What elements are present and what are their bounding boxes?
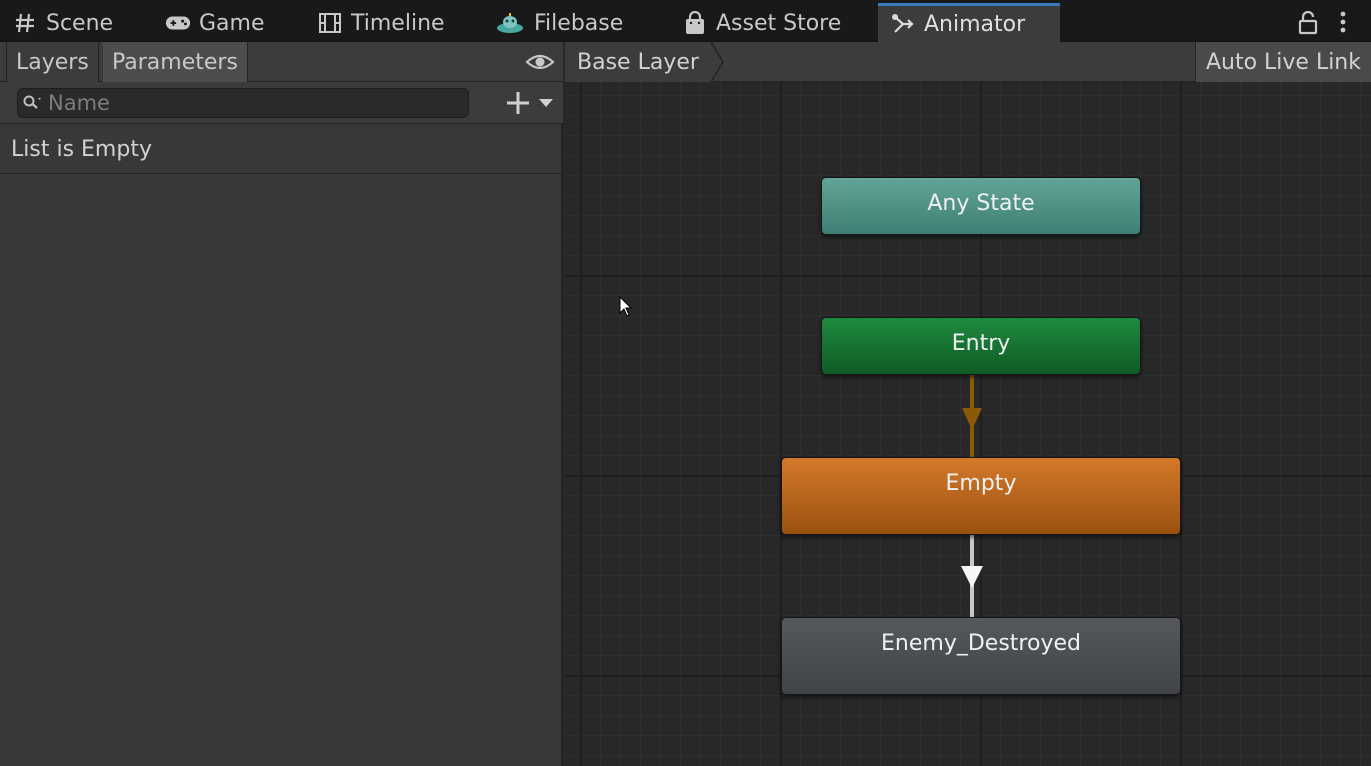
tab-label: Timeline [351,10,445,36]
animator-branch-icon [890,11,916,37]
breadcrumb-chevron-icon [710,42,724,82]
tab-label: Scene [46,10,114,36]
search-field[interactable] [17,88,469,118]
state-node-any-state[interactable]: Any State [821,177,1141,235]
add-parameter-button[interactable] [503,88,557,118]
tab-animator[interactable]: Animator [878,3,1060,42]
state-node-entry[interactable]: Entry [821,317,1141,375]
breadcrumb: Base Layer [565,42,725,82]
tab-game[interactable]: Game [153,4,277,42]
lock-icon[interactable] [1295,9,1321,35]
tab-filebase[interactable]: Filebase [482,4,635,42]
filebase-logo-icon [494,10,526,36]
tab-label: Game [199,10,265,36]
window-tab-bar: Scene Game Timeline Filebase Asset Store… [0,0,1371,42]
parameters-panel: Layers Parameters List is Empty [0,42,563,766]
grid-hash-icon [12,10,38,36]
more-options-icon[interactable] [1333,9,1353,35]
panel-toolbar: Layers Parameters [0,42,563,82]
transition-entry-to-empty[interactable] [962,375,982,457]
auto-live-link-button[interactable]: Auto Live Link [1194,42,1371,82]
search-icon [18,89,48,117]
tab-timeline[interactable]: Timeline [305,4,457,42]
tab-label: Animator [924,11,1026,37]
film-strip-icon [317,10,343,36]
tab-layers[interactable]: Layers [6,42,99,82]
state-machine-graph[interactable]: Any State Entry Empty Enemy_Destroyed [565,83,1371,766]
empty-list-message: List is Empty [0,125,563,174]
state-node-empty[interactable]: Empty [781,457,1181,535]
breadcrumb-base-layer[interactable]: Base Layer [565,42,711,82]
shopping-bag-icon [682,10,708,36]
tab-asset-store[interactable]: Asset Store [670,4,853,42]
tab-label: Filebase [534,10,624,36]
state-node-enemy-destroyed[interactable]: Enemy_Destroyed [781,617,1181,695]
transition-empty-to-enemy-destroyed[interactable] [961,535,983,617]
eye-icon[interactable] [525,50,555,74]
tab-label: Asset Store [716,10,842,36]
tab-scene[interactable]: Scene [0,4,125,42]
graph-toolbar: Base Layer Auto Live Link [565,42,1371,82]
gamepad-icon [165,10,191,36]
mouse-cursor-icon [619,296,633,317]
search-row [0,82,563,124]
tab-parameters[interactable]: Parameters [103,42,248,82]
search-input[interactable] [48,91,468,115]
